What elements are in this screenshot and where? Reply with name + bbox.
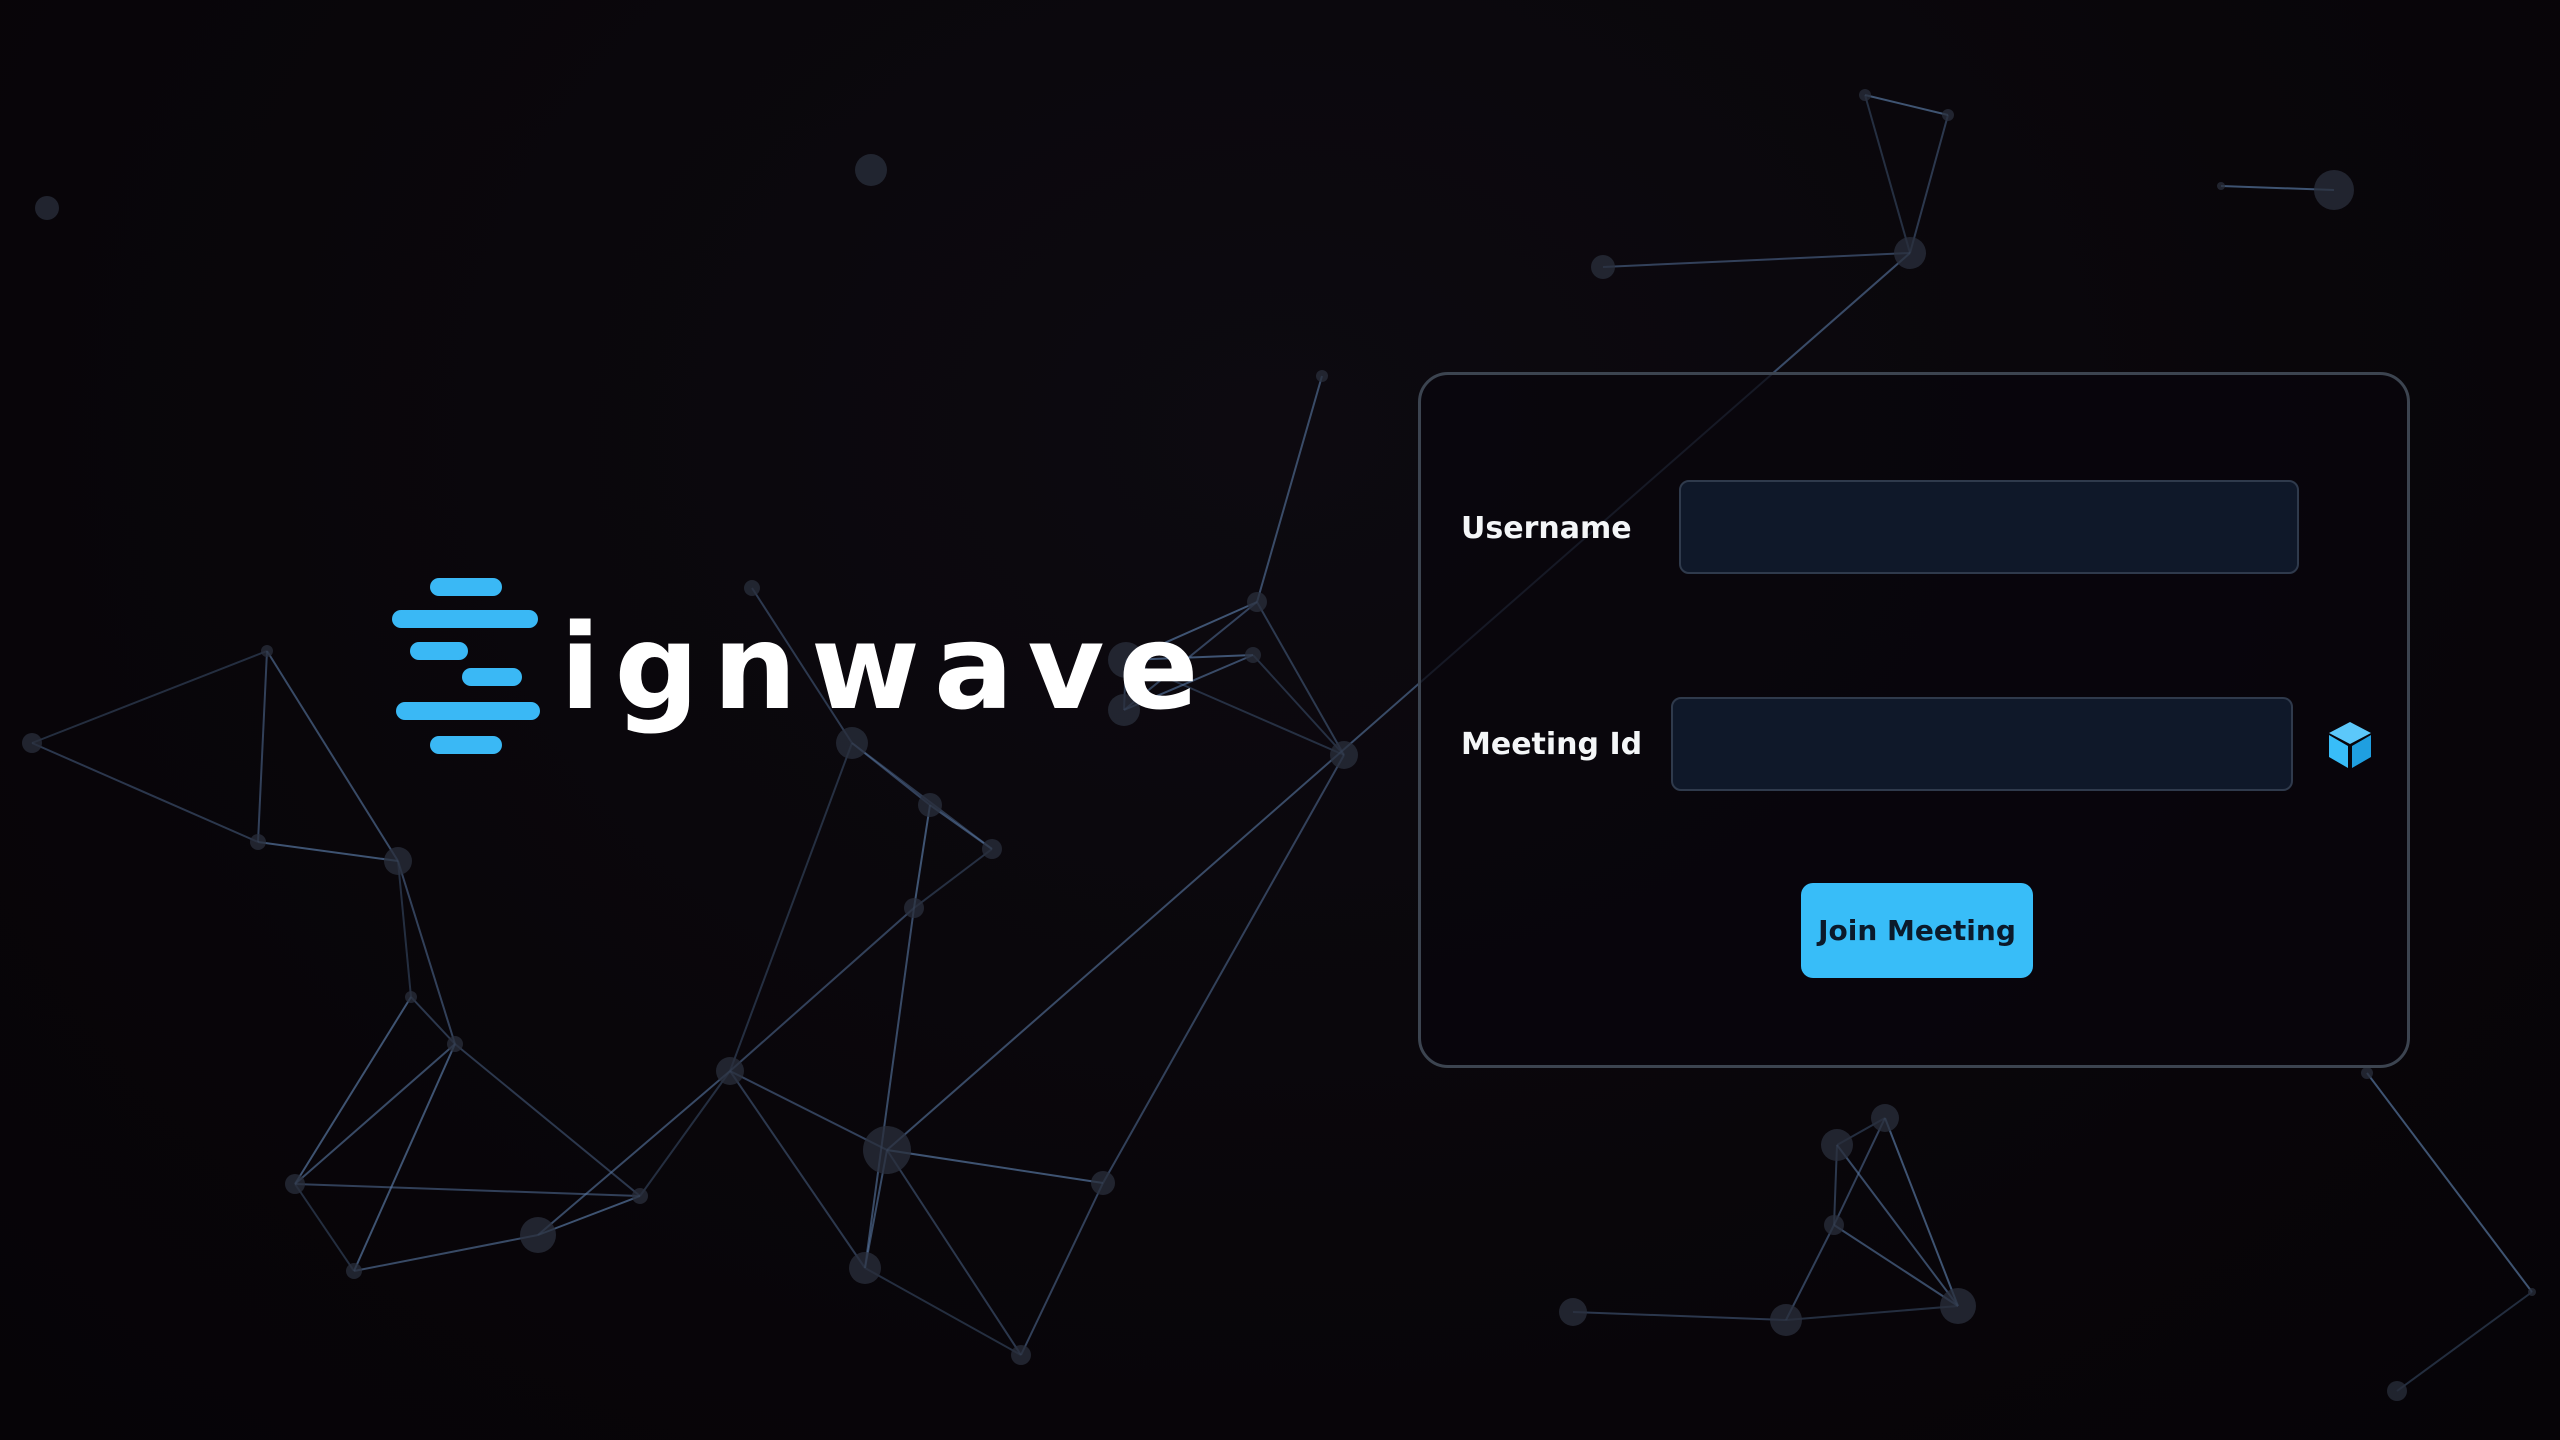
network-line (266, 650, 399, 862)
network-node (2361, 1067, 2373, 1079)
network-line (1256, 601, 1345, 756)
network-node (849, 1252, 881, 1284)
network-line (913, 804, 931, 909)
network-node (1859, 89, 1871, 101)
network-node (716, 1057, 744, 1085)
network-line (913, 848, 993, 909)
network-line (729, 742, 853, 1072)
network-node (918, 793, 942, 817)
network-node (261, 645, 273, 657)
network-line (2396, 1291, 2533, 1392)
network-node (1591, 255, 1615, 279)
network-line (257, 841, 399, 862)
generate-meeting-id-button[interactable] (2326, 720, 2374, 770)
network-node (1821, 1129, 1853, 1161)
network-node (2314, 170, 2354, 210)
network-node (2387, 1381, 2407, 1401)
network-line (353, 1234, 539, 1272)
network-node (632, 1188, 648, 1204)
network-line (1256, 375, 1323, 603)
cube-icon (2329, 722, 2371, 768)
network-node (1824, 1215, 1844, 1235)
network-line (294, 1183, 355, 1272)
network-line (1252, 654, 1345, 756)
network-line (729, 1070, 866, 1269)
network-node (285, 1174, 305, 1194)
network-line (31, 650, 268, 744)
wave-logo-icon (392, 574, 542, 764)
network-node (1091, 1171, 1115, 1195)
network-line (1020, 1182, 1104, 1356)
network-line (1864, 94, 1949, 116)
network-line (454, 1043, 641, 1197)
network-node (863, 1126, 911, 1174)
network-node (1770, 1304, 1802, 1336)
network-node (1316, 370, 1328, 382)
network-node (2217, 182, 2225, 190)
meeting-id-input[interactable] (1671, 697, 2293, 791)
network-line (257, 650, 268, 843)
network-node (1894, 237, 1926, 269)
network-line (1884, 1117, 1959, 1307)
username-input[interactable] (1679, 480, 2299, 574)
network-node (1940, 1288, 1976, 1324)
background: ignwave Username Meeting Id Join Meeting (0, 0, 2560, 1440)
network-node (1871, 1104, 1899, 1132)
network-line (31, 742, 259, 843)
network-line (294, 1183, 641, 1197)
network-line (864, 907, 915, 1269)
network-line (1102, 754, 1345, 1184)
network-node (250, 834, 266, 850)
network-node (1011, 1345, 1031, 1365)
network-line (353, 1043, 456, 1272)
network-line (886, 1149, 1022, 1356)
network-node (1245, 647, 1261, 663)
network-line (1785, 1305, 1959, 1321)
network-line (1833, 1224, 1959, 1307)
network-line (1602, 252, 1911, 268)
network-line (294, 996, 412, 1185)
meeting-id-label: Meeting Id (1461, 727, 1643, 762)
network-line (537, 1070, 731, 1236)
network-line (886, 1149, 1104, 1184)
network-line (294, 1043, 456, 1185)
network-node (904, 898, 924, 918)
join-meeting-button[interactable]: Join Meeting (1801, 883, 2033, 978)
network-line (1864, 94, 1911, 254)
logo-wordmark: ignwave (560, 598, 1213, 736)
network-node (1942, 109, 1954, 121)
network-line (2366, 1072, 2533, 1293)
network-line (1836, 1144, 1959, 1307)
network-node (346, 1263, 362, 1279)
username-label: Username (1461, 511, 1632, 546)
network-node (2528, 1288, 2536, 1296)
network-node (1247, 592, 1267, 612)
network-line (729, 907, 915, 1072)
network-node (1330, 741, 1358, 769)
network-line (729, 1070, 888, 1151)
network-node (405, 991, 417, 1003)
network-line (639, 1070, 731, 1197)
join-meeting-card: Username Meeting Id Join Meeting (1418, 372, 2410, 1068)
network-node (22, 733, 42, 753)
network-node (520, 1217, 556, 1253)
network-line (1572, 1311, 1787, 1321)
network-line (864, 1267, 1022, 1356)
network-node (855, 154, 887, 186)
app-logo: ignwave (392, 574, 1199, 764)
network-node (384, 847, 412, 875)
network-node (447, 1036, 463, 1052)
network-node (35, 196, 59, 220)
network-node (982, 839, 1002, 859)
network-line (1909, 114, 1949, 254)
network-node (1559, 1298, 1587, 1326)
